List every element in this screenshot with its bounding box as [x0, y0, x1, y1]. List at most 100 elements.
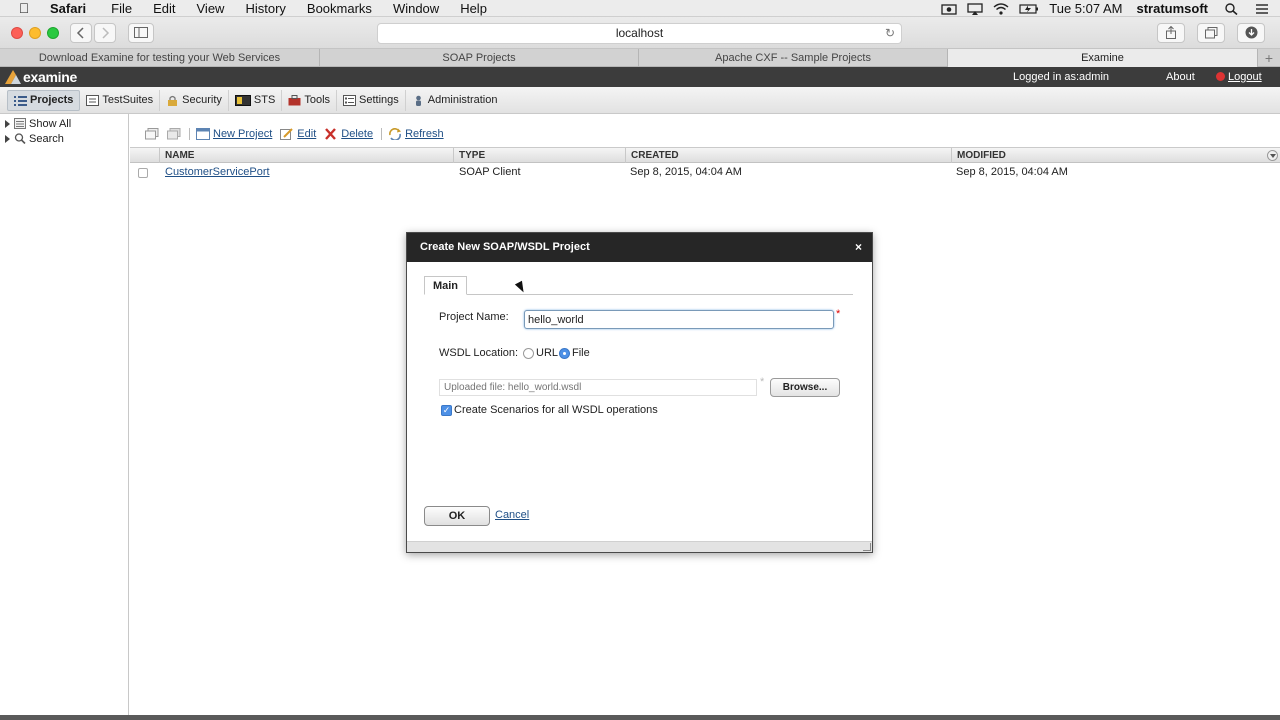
browser-tab-examine[interactable]: Examine	[948, 49, 1258, 67]
wifi-icon[interactable]	[993, 2, 1009, 15]
chevron-left-icon	[76, 27, 84, 39]
nav-testsuites[interactable]: TestSuites	[80, 89, 161, 111]
share-icon	[1166, 25, 1176, 39]
about-link[interactable]: About	[1166, 67, 1195, 87]
create-scenarios-label[interactable]: Create Scenarios for all WSDL operations	[454, 404, 658, 416]
menu-edit[interactable]: Edit	[153, 0, 175, 17]
column-header-type[interactable]: TYPE	[453, 148, 625, 163]
download-icon	[1245, 26, 1257, 39]
toolbar-divider	[381, 128, 383, 140]
nav-security[interactable]: Security	[160, 89, 229, 111]
column-header-modified[interactable]: MODIFIED	[951, 148, 1263, 163]
column-menu-icon[interactable]	[1267, 150, 1278, 161]
examine-logo-icon	[5, 70, 21, 84]
create-scenarios-checkbox[interactable]: ✓	[441, 405, 452, 416]
new-tab-button[interactable]: +	[1258, 49, 1280, 67]
browser-tab-download-examine[interactable]: Download Examine for testing your Web Se…	[0, 49, 320, 67]
nav-tools[interactable]: Tools	[282, 89, 338, 111]
admin-user-icon	[415, 95, 421, 106]
edit-button[interactable]: Edit	[280, 128, 316, 140]
share-button[interactable]	[1157, 23, 1185, 43]
create-project-dialog: Create New SOAP/WSDL Project × Main Proj…	[406, 232, 873, 553]
airplay-icon[interactable]	[967, 2, 983, 15]
cancel-link[interactable]: Cancel	[495, 509, 529, 521]
project-tree: Show All Search	[0, 114, 129, 715]
project-created-cell: Sep 8, 2015, 04:04 AM	[630, 166, 742, 178]
menu-view[interactable]: View	[197, 0, 225, 17]
reload-icon[interactable]: ↻	[885, 24, 895, 43]
browser-tab-apache-cxf[interactable]: Apache CXF -- Sample Projects	[639, 49, 948, 67]
logged-in-label: Logged in as:admin	[1013, 71, 1110, 83]
app-nav-bar: Projects TestSuites Security STS Tools S…	[0, 87, 1280, 114]
spotlight-search-icon[interactable]	[1224, 2, 1240, 15]
tab-main[interactable]: Main	[424, 276, 467, 295]
window-zoom-button[interactable]	[47, 27, 59, 39]
testsuite-icon	[86, 94, 100, 106]
logout-icon	[1216, 72, 1225, 81]
menubar-clock[interactable]: Tue 5:07 AM	[1049, 0, 1122, 17]
row-checkbox[interactable]	[138, 168, 148, 178]
tree-item-show-all[interactable]: Show All	[0, 116, 128, 131]
menubar-user[interactable]: stratumsoft	[1136, 0, 1208, 17]
window-close-button[interactable]	[11, 27, 23, 39]
nav-sts[interactable]: STS	[229, 89, 283, 111]
sts-icon	[234, 94, 251, 106]
dialog-title: Create New SOAP/WSDL Project	[420, 241, 590, 253]
nav-projects[interactable]: Projects	[7, 89, 81, 111]
nav-administration[interactable]: Administration	[406, 90, 504, 111]
back-button[interactable]	[70, 23, 92, 43]
delete-button[interactable]: Delete	[324, 128, 373, 140]
window-minimize-button[interactable]	[29, 27, 41, 39]
downloads-button[interactable]	[1237, 23, 1265, 43]
new-project-button[interactable]: New Project	[196, 128, 272, 140]
required-marker: *	[836, 308, 841, 320]
project-name-input[interactable]	[524, 310, 834, 329]
browser-tab-soap-projects[interactable]: SOAP Projects	[320, 49, 639, 67]
notification-center-icon[interactable]	[1254, 3, 1270, 15]
copy-icon[interactable]	[167, 128, 181, 140]
nav-settings[interactable]: Settings	[337, 89, 406, 111]
menu-help[interactable]: Help	[460, 0, 487, 17]
column-header-created[interactable]: CREATED	[625, 148, 951, 163]
uploaded-file-field[interactable]	[439, 379, 757, 396]
column-header-name[interactable]: NAME	[159, 148, 453, 163]
menubar-status-area: Tue 5:07 AM stratumsoft	[941, 0, 1280, 17]
sidebar-toggle-button[interactable]	[128, 23, 154, 43]
project-modified-cell: Sep 8, 2015, 04:04 AM	[956, 166, 1068, 178]
screen-record-icon[interactable]	[941, 3, 957, 15]
radio-url-label[interactable]: URL	[536, 347, 558, 359]
tree-item-search[interactable]: Search	[0, 131, 128, 146]
project-name-link[interactable]: CustomerServicePort	[160, 163, 270, 181]
menu-bookmarks[interactable]: Bookmarks	[307, 0, 372, 17]
menu-window[interactable]: Window	[393, 0, 439, 17]
battery-icon[interactable]	[1019, 3, 1039, 15]
expand-arrow-icon[interactable]	[5, 134, 10, 143]
logout-link[interactable]: Logout	[1216, 67, 1262, 87]
radio-file-label[interactable]: File	[572, 347, 590, 359]
select-all-icon[interactable]	[145, 128, 159, 140]
browse-button[interactable]: Browse...	[770, 378, 840, 397]
address-bar[interactable]: localhost ↻	[377, 23, 902, 44]
menu-history[interactable]: History	[245, 0, 285, 17]
menu-file[interactable]: File	[111, 0, 132, 17]
required-marker: *	[760, 376, 765, 388]
table-row[interactable]: CustomerServicePort SOAP Client Sep 8, 2…	[130, 163, 1280, 181]
refresh-button[interactable]: Refresh	[388, 128, 444, 140]
show-tabs-button[interactable]	[1197, 23, 1225, 43]
expand-arrow-icon[interactable]	[5, 119, 10, 128]
radio-url[interactable]	[523, 348, 534, 359]
resize-handle-icon[interactable]	[863, 543, 871, 551]
close-icon[interactable]: ×	[855, 233, 862, 262]
menu-safari[interactable]: Safari	[50, 0, 86, 17]
toolbox-icon	[288, 94, 301, 105]
refresh-icon	[389, 128, 402, 140]
grid-toolbar: New Project Edit Delete Refresh	[130, 123, 1280, 145]
dialog-title-bar[interactable]: Create New SOAP/WSDL Project ×	[407, 233, 872, 262]
grid-header: NAME TYPE CREATED MODIFIED	[130, 147, 1280, 163]
project-name-label: Project Name:	[439, 311, 509, 323]
desktop-strip	[0, 715, 1280, 720]
ok-button[interactable]: OK	[424, 506, 490, 526]
radio-file[interactable]	[559, 348, 570, 359]
apple-icon[interactable]: 	[17, 0, 31, 17]
forward-button[interactable]	[94, 23, 116, 43]
